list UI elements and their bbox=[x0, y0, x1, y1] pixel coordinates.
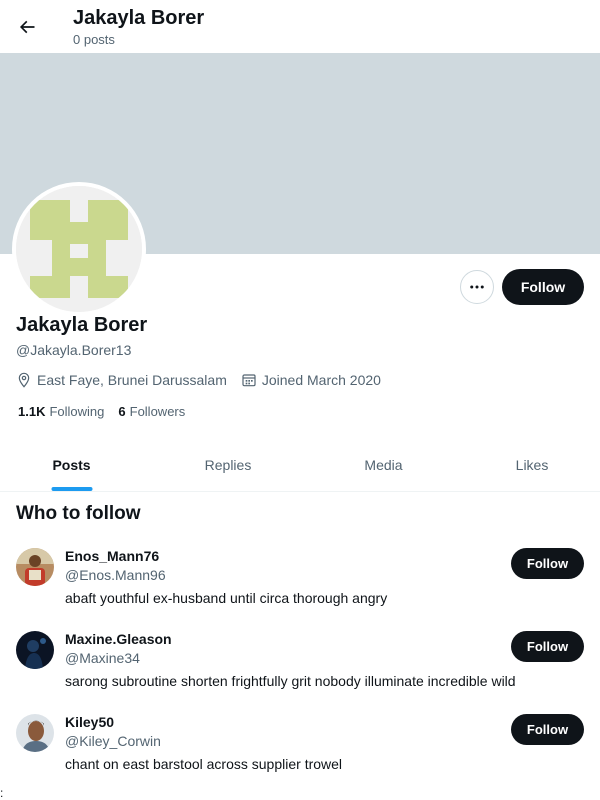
location-pin-icon bbox=[18, 372, 30, 388]
back-button[interactable] bbox=[10, 10, 44, 44]
suggestion-name[interactable]: Enos_Mann76 bbox=[65, 548, 159, 564]
tab-label: Replies bbox=[204, 456, 252, 473]
tab-label: Posts bbox=[52, 456, 91, 473]
user-photo-icon bbox=[16, 548, 54, 586]
tab-replies[interactable]: Replies bbox=[143, 438, 313, 491]
more-options-button[interactable] bbox=[460, 270, 494, 304]
arrow-left-icon bbox=[19, 20, 35, 34]
avatar bbox=[16, 186, 142, 312]
follow-button[interactable]: Follow bbox=[502, 269, 584, 305]
follow-button[interactable]: Follow bbox=[511, 714, 584, 745]
more-icon bbox=[470, 285, 484, 289]
identicon-avatar bbox=[16, 186, 142, 312]
corner-mark: : bbox=[0, 786, 4, 800]
suggestion-bio: chant on east barstool across supplier t… bbox=[65, 756, 343, 772]
suggestion-item[interactable]: Enos_Mann76 @Enos.Mann96 abaft youthful … bbox=[0, 548, 600, 631]
profile-meta: East Faye, Brunei Darussalam Joined Marc… bbox=[16, 370, 395, 390]
avatar[interactable] bbox=[16, 714, 54, 752]
suggestion-item[interactable]: Kiley50 @Kiley_Corwin chant on east bars… bbox=[0, 714, 600, 797]
follow-button[interactable]: Follow bbox=[511, 631, 584, 662]
tab-label: Media bbox=[364, 456, 403, 473]
suggestion-bio: abaft youthful ex-husband until circa th… bbox=[65, 590, 388, 606]
following-label: Following bbox=[49, 404, 105, 419]
avatar[interactable] bbox=[16, 548, 54, 586]
profile-header: Jakayla Borer 0 posts bbox=[0, 0, 600, 53]
joined-item: Joined March 2020 bbox=[241, 372, 381, 388]
tab-likes[interactable]: Likes bbox=[464, 438, 600, 491]
location-item: East Faye, Brunei Darussalam bbox=[16, 372, 227, 388]
location-text: East Faye, Brunei Darussalam bbox=[37, 372, 227, 388]
suggestion-handle: @Enos.Mann96 bbox=[65, 567, 166, 583]
profile-avatar-frame[interactable] bbox=[12, 182, 146, 316]
who-to-follow-title: Who to follow bbox=[16, 503, 141, 524]
followers-count: 6 bbox=[118, 404, 126, 419]
suggestion-handle: @Kiley_Corwin bbox=[65, 733, 161, 749]
user-photo-icon bbox=[16, 714, 54, 752]
tab-label: Likes bbox=[515, 456, 549, 473]
suggestion-bio: sarong subroutine shorten frightfully gr… bbox=[65, 673, 516, 689]
followers-link[interactable]: 6 Followers bbox=[118, 404, 185, 419]
profile-tabs: Posts Replies Media Likes bbox=[0, 438, 600, 492]
header-post-count: 0 posts bbox=[73, 32, 115, 47]
suggestion-item[interactable]: Maxine.Gleason @Maxine34 sarong subrouti… bbox=[0, 631, 600, 714]
joined-text: Joined March 2020 bbox=[261, 372, 381, 388]
header-title: Jakayla Borer bbox=[73, 7, 205, 29]
followers-label: Followers bbox=[129, 404, 186, 419]
suggestion-handle: @Maxine34 bbox=[65, 650, 140, 666]
user-photo-icon bbox=[16, 631, 54, 669]
profile-display-name: Jakayla Borer bbox=[16, 314, 148, 336]
active-tab-indicator bbox=[51, 487, 92, 491]
suggestion-name[interactable]: Kiley50 bbox=[65, 714, 114, 730]
tab-posts[interactable]: Posts bbox=[0, 438, 143, 491]
following-count: 1.1K bbox=[18, 404, 46, 419]
tab-media[interactable]: Media bbox=[313, 438, 454, 491]
follow-button[interactable]: Follow bbox=[511, 548, 584, 579]
following-link[interactable]: 1.1K Following bbox=[18, 404, 104, 419]
follow-stats: 1.1K Following 6 Followers bbox=[18, 404, 199, 419]
calendar-icon bbox=[242, 374, 256, 387]
avatar[interactable] bbox=[16, 631, 54, 669]
profile-handle: @Jakayla.Borer13 bbox=[16, 342, 132, 358]
suggestion-name[interactable]: Maxine.Gleason bbox=[65, 631, 172, 647]
